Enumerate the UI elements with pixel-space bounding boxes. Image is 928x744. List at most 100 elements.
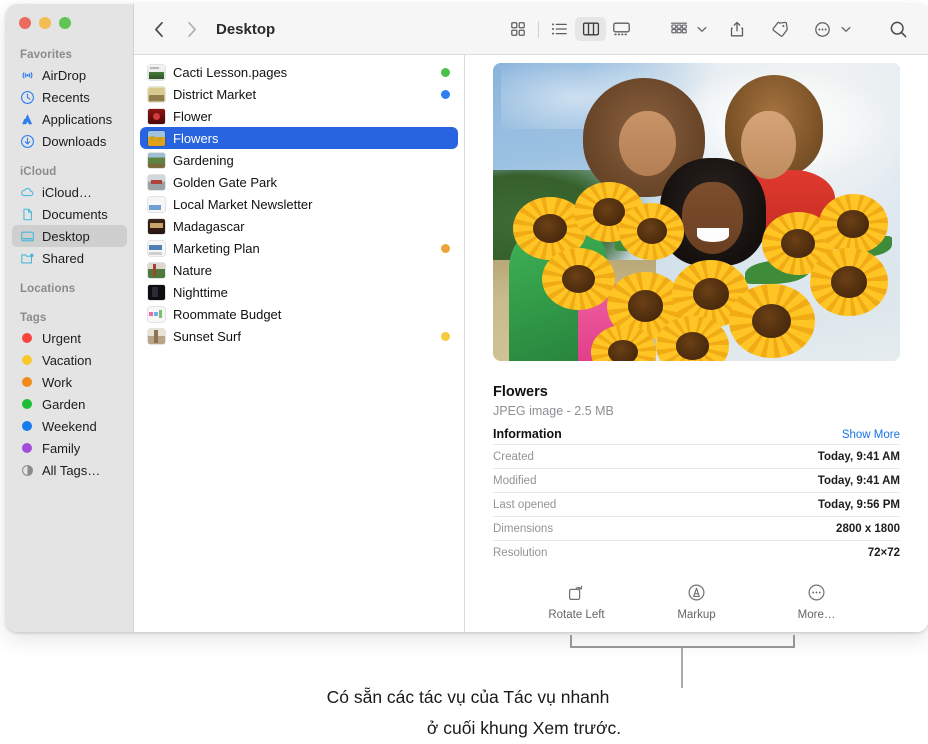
sidebar-section-icloud: iCloud — [20, 166, 57, 178]
markup-button[interactable]: Markup — [660, 582, 734, 621]
sidebar-item-label: Recents — [42, 89, 90, 105]
clock-icon — [19, 89, 35, 105]
sidebar-item-desktop[interactable]: Desktop — [12, 225, 127, 247]
file-name: Sunset Surf — [173, 328, 241, 344]
sidebar-item-airdrop[interactable]: AirDrop — [12, 64, 127, 86]
more-circle-icon — [807, 582, 826, 602]
info-value: 2800 x 1800 — [836, 522, 900, 535]
desktop-icon — [19, 228, 35, 244]
icon-view-button[interactable] — [502, 17, 533, 41]
list-item[interactable]: Flowers — [140, 127, 458, 149]
chevron-down-icon[interactable] — [695, 18, 709, 40]
list-item[interactable]: Local Market Newsletter — [140, 193, 458, 215]
close-button[interactable] — [19, 17, 31, 29]
info-key: Resolution — [493, 546, 548, 559]
navigation-buttons — [150, 18, 200, 40]
tag-dot-icon — [441, 266, 450, 275]
tag-dot-icon — [441, 156, 450, 165]
info-row-created: Created Today, 9:41 AM — [493, 444, 900, 468]
sidebar-list[interactable]: Favorites AirDrop Recents Applications D… — [6, 34, 133, 481]
minimize-button[interactable] — [39, 17, 51, 29]
sidebar-item-applications[interactable]: Applications — [12, 108, 127, 130]
list-item[interactable]: Roommate Budget — [140, 303, 458, 325]
airdrop-icon — [19, 67, 35, 83]
back-button[interactable] — [150, 18, 168, 40]
sidebar: Favorites AirDrop Recents Applications D… — [6, 4, 134, 632]
tag-dot-icon — [441, 288, 450, 297]
file-name: Local Market Newsletter — [173, 196, 313, 212]
sidebar-item-vacation[interactable]: Vacation — [12, 349, 127, 371]
list-item[interactable]: Marketing Plan — [140, 237, 458, 259]
all-tags-icon — [19, 462, 35, 478]
show-more-link[interactable]: Show More — [842, 429, 900, 441]
image-file-icon — [148, 130, 165, 146]
list-item[interactable]: Flower — [140, 105, 458, 127]
list-item[interactable]: Gardening — [140, 149, 458, 171]
image-file-icon — [148, 174, 165, 190]
column-view-button[interactable] — [575, 17, 606, 41]
search-button[interactable] — [883, 17, 914, 41]
tag-dot-icon — [441, 310, 450, 319]
tag-button[interactable] — [764, 17, 795, 41]
image-file-icon — [148, 218, 165, 234]
share-button[interactable] — [721, 17, 752, 41]
forward-button[interactable] — [182, 18, 200, 40]
sidebar-item-shared[interactable]: Shared — [12, 247, 127, 269]
sidebar-section-tags: Tags — [20, 312, 47, 324]
image-file-icon — [148, 284, 165, 300]
sidebar-item-label: Downloads — [42, 133, 107, 149]
info-row-last-opened: Last opened Today, 9:56 PM — [493, 492, 900, 516]
file-name: Nature — [173, 262, 213, 278]
info-row-resolution: Resolution 72×72 — [493, 540, 900, 564]
info-value: 72×72 — [867, 546, 900, 559]
file-name: District Market — [173, 86, 257, 102]
markup-icon — [687, 582, 706, 602]
image-file-icon — [148, 108, 165, 124]
more-circle-icon-wrap[interactable] — [807, 17, 838, 41]
quick-action-label: Rotate Left — [548, 609, 605, 621]
quick-actions-bar: Rotate Left Markup More… — [493, 582, 900, 621]
sidebar-item-all-tags[interactable]: All Tags… — [12, 459, 127, 481]
sidebar-item-family[interactable]: Family — [12, 437, 127, 459]
quick-action-label: More… — [797, 609, 836, 621]
sidebar-item-work[interactable]: Work — [12, 371, 127, 393]
sidebar-item-label: Urgent — [42, 330, 82, 346]
info-value: Today, 9:41 AM — [817, 474, 900, 487]
content-area: Cacti Lesson.pages District Market Flowe… — [134, 55, 928, 632]
list-item[interactable]: District Market — [140, 83, 458, 105]
sidebar-item-icloud[interactable]: iCloud… — [12, 181, 127, 203]
more-actions-button[interactable] — [807, 17, 853, 41]
list-item[interactable]: Madagascar — [140, 215, 458, 237]
window-controls — [6, 4, 133, 34]
sidebar-item-recents[interactable]: Recents — [12, 86, 127, 108]
preview-file-subtitle: JPEG image - 2.5 MB — [493, 404, 614, 418]
sidebar-item-downloads[interactable]: Downloads — [12, 130, 127, 152]
document-icon — [19, 206, 35, 222]
group-by-button[interactable] — [663, 17, 709, 41]
list-item[interactable]: Sunset Surf — [140, 325, 458, 347]
file-name: Golden Gate Park — [173, 174, 278, 190]
list-item[interactable]: Nature — [140, 259, 458, 281]
rotate-left-button[interactable]: Rotate Left — [540, 582, 614, 621]
list-item[interactable]: Golden Gate Park — [140, 171, 458, 193]
sidebar-item-label: iCloud… — [42, 184, 92, 200]
sidebar-item-urgent[interactable]: Urgent — [12, 327, 127, 349]
maximize-button[interactable] — [59, 17, 71, 29]
gallery-view-button[interactable] — [606, 17, 637, 41]
information-header: Information Show More — [493, 427, 900, 444]
sidebar-item-label: Vacation — [42, 352, 92, 368]
view-switcher — [502, 17, 637, 41]
sidebar-item-garden[interactable]: Garden — [12, 393, 127, 415]
list-item[interactable]: Cacti Lesson.pages — [140, 61, 458, 83]
sidebar-item-weekend[interactable]: Weekend — [12, 415, 127, 437]
group-by-icon-wrap[interactable] — [663, 17, 694, 41]
more-button[interactable]: More… — [780, 582, 854, 621]
list-view-button[interactable] — [544, 17, 575, 41]
image-file-icon — [148, 86, 165, 102]
sidebar-item-documents[interactable]: Documents — [12, 203, 127, 225]
file-list[interactable]: Cacti Lesson.pages District Market Flowe… — [134, 55, 465, 632]
chevron-down-icon[interactable] — [839, 18, 853, 40]
information-heading: Information — [493, 427, 562, 441]
list-item[interactable]: Nighttime — [140, 281, 458, 303]
